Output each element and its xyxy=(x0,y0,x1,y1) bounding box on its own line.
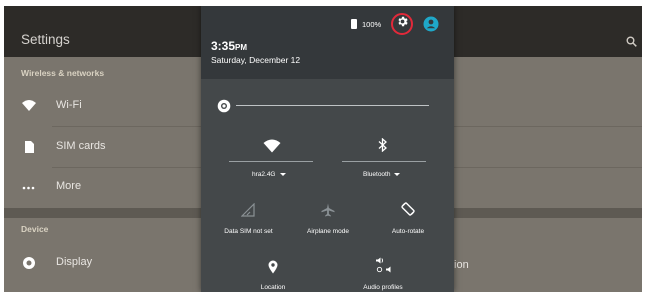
settings-item-label: SIM cards xyxy=(56,140,106,152)
speaker-icon xyxy=(375,257,393,280)
brightness-icon[interactable] xyxy=(217,99,231,113)
section-header-device: Device xyxy=(21,224,49,234)
bluetooth-tile[interactable]: Bluetooth xyxy=(341,134,427,189)
wifi-icon xyxy=(263,139,281,158)
wifi-network-label: hra2.4G xyxy=(252,171,286,178)
dropdown-caret-icon xyxy=(279,172,286,176)
divider xyxy=(229,161,313,162)
signal-icon xyxy=(240,202,255,222)
data-sim-label: Data SIM not set xyxy=(224,228,273,235)
user-icon[interactable] xyxy=(423,16,439,32)
search-icon[interactable] xyxy=(626,34,637,52)
time-value: 3:35 xyxy=(211,39,236,53)
clock-date: Saturday, December 12 xyxy=(211,55,301,65)
wifi-tile[interactable]: hra2.4G xyxy=(228,134,314,189)
divider xyxy=(342,161,426,162)
bluetooth-label: Bluetooth xyxy=(363,171,401,178)
auto-rotate-label: Auto-rotate xyxy=(391,228,425,235)
quick-settings-header: 100% 3:35PM Saturday, December 12 xyxy=(201,6,454,79)
battery-level: 100% xyxy=(362,20,382,29)
sim-card-icon xyxy=(21,139,37,155)
audio-profiles-label: Audio profiles xyxy=(363,284,403,291)
wifi-icon xyxy=(21,98,37,114)
time-ampm: PM xyxy=(235,43,248,52)
location-label: Location xyxy=(260,284,286,291)
data-sim-tile[interactable]: Data SIM not set xyxy=(211,199,286,237)
location-tile[interactable]: Location xyxy=(238,258,308,292)
audio-profiles-tile[interactable]: Audio profiles xyxy=(348,256,418,292)
battery-icon xyxy=(351,19,357,29)
settings-screen: Settings Wireless & networks Wi-Fi SIM c… xyxy=(4,6,642,292)
airplane-mode-tile[interactable]: Airplane mode xyxy=(293,199,363,237)
auto-rotate-tile[interactable]: Auto-rotate xyxy=(373,199,443,237)
bluetooth-label-text: Bluetooth xyxy=(363,171,391,178)
settings-item-label: Wi-Fi xyxy=(56,99,82,111)
settings-title: Settings xyxy=(21,32,70,47)
location-pin-icon xyxy=(268,260,278,279)
airplane-icon xyxy=(321,203,335,222)
display-icon xyxy=(21,255,37,271)
settings-item-label: Display xyxy=(56,256,93,268)
section-header-wireless: Wireless & networks xyxy=(21,68,105,78)
settings-gear-button[interactable] xyxy=(391,13,413,35)
gear-icon xyxy=(396,15,409,33)
brightness-slider[interactable] xyxy=(236,105,429,106)
quick-settings-panel: 100% 3:35PM Saturday, December 12 hra2.4… xyxy=(201,6,454,292)
settings-item-label: More xyxy=(56,180,82,192)
clock-time: 3:35PM xyxy=(211,39,247,53)
more-icon xyxy=(21,179,37,195)
wifi-label-text: hra2.4G xyxy=(252,171,276,178)
rotate-icon xyxy=(400,201,416,222)
airplane-mode-label: Airplane mode xyxy=(307,228,349,235)
bluetooth-icon xyxy=(378,137,388,157)
dropdown-caret-icon xyxy=(394,172,401,176)
